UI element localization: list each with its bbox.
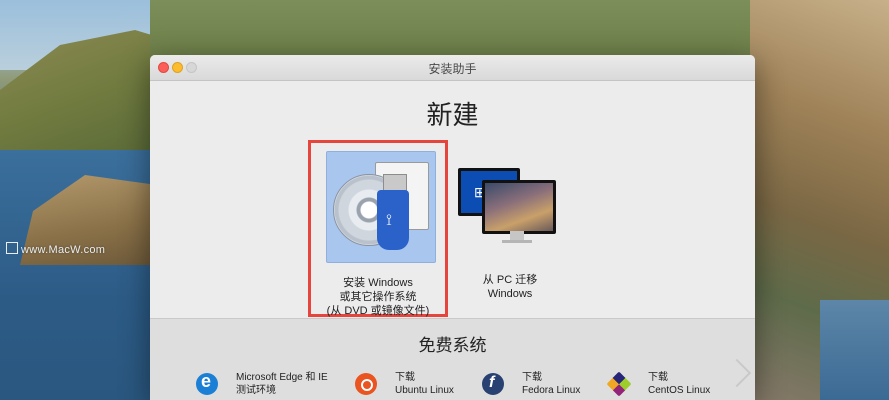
chevron-right-icon[interactable] — [722, 358, 752, 388]
watermark-text: www.MacW.com — [21, 244, 106, 256]
ubuntu-label: 下载 Ubuntu Linux — [395, 371, 454, 397]
fedora-label: 下载 Fedora Linux — [522, 371, 580, 397]
centos-label-line1: 下载 — [648, 372, 668, 383]
migrate-from-pc-option[interactable]: ⊞ 从 PC 迁移 Windows — [450, 140, 570, 317]
edge-icon — [196, 371, 218, 395]
migrate-label-line1: 从 PC 迁移 — [482, 274, 538, 286]
ubuntu-label-line1: 下载 — [395, 372, 415, 383]
usb-drive-icon — [377, 190, 409, 250]
install-windows-label: 安装 Windows 或其它操作系统 (从 DVD 或镜像文件) — [311, 276, 445, 318]
migrate-label-line2: Windows — [487, 288, 533, 300]
free-systems-panel: 免费系统 Microsoft Edge 和 IE 测试环境 下载 Ubuntu … — [150, 318, 755, 400]
watermark-icon — [6, 242, 18, 254]
installation-assistant-window: 安装助手 新建 ⟟ 安装 Windows 或其它操作系统 (从 DVD 或镜像文… — [150, 55, 755, 400]
centos-icon — [606, 371, 632, 397]
monitor-base — [502, 240, 532, 243]
install-windows-label-line1: 安装 Windows — [343, 277, 413, 289]
edge-ie-label-line1: Microsoft Edge 和 IE — [236, 372, 328, 383]
migrate-from-pc-label: 从 PC 迁移 Windows — [450, 273, 570, 301]
ubuntu-label-line2: Ubuntu Linux — [395, 385, 454, 396]
free-systems-title: 免费系统 — [418, 336, 487, 355]
centos-label-line2: CentOS Linux — [648, 385, 711, 396]
fedora-label-line2: Fedora Linux — [522, 385, 581, 396]
title-bar[interactable]: 安装助手 — [150, 55, 755, 81]
mac-monitor-icon — [482, 180, 556, 234]
install-windows-label-line3: (从 DVD 或镜像文件) — [326, 305, 430, 317]
window-title: 安装助手 — [428, 62, 477, 76]
install-windows-option[interactable]: ⟟ 安装 Windows 或其它操作系统 (从 DVD 或镜像文件) — [308, 140, 448, 317]
mountain-top — [150, 0, 750, 60]
centos-label: 下载 CentOS Linux — [648, 371, 710, 397]
install-windows-tile[interactable]: ⟟ — [326, 151, 436, 263]
fedora-icon — [482, 373, 504, 395]
sea-right — [820, 300, 889, 400]
ubuntu-icon — [355, 373, 377, 395]
edge-ie-label: Microsoft Edge 和 IE 测试环境 — [236, 371, 328, 397]
install-windows-label-line2: 或其它操作系统 — [339, 291, 417, 303]
watermark: www.MacW.com — [6, 242, 105, 256]
fedora-label-line1: 下载 — [522, 372, 542, 383]
edge-ie-label-line2: 测试环境 — [236, 385, 276, 396]
page-title: 新建 — [426, 100, 479, 130]
usb-symbol-icon: ⟟ — [386, 212, 392, 229]
